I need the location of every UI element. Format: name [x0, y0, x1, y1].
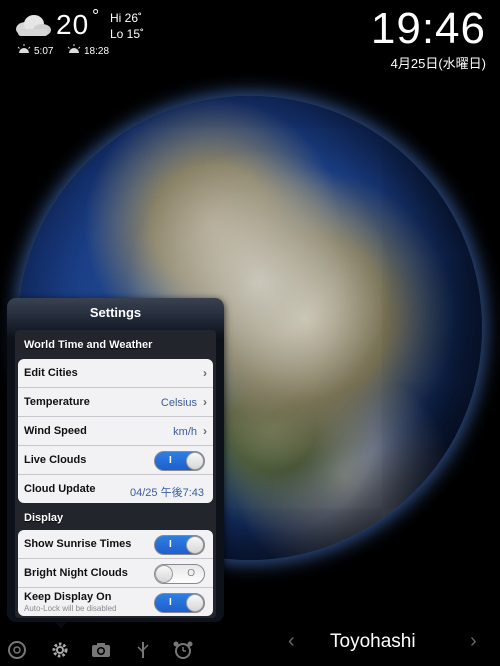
sunset-time: 18:28 [84, 46, 110, 57]
settings-sheet: World Time and Weather Edit Cities › Tem… [15, 330, 216, 618]
next-city-arrow[interactable]: › [470, 630, 477, 653]
cloud-icon [16, 15, 51, 36]
toggle-knob [155, 565, 173, 583]
temperature-value: Celsius [160, 397, 197, 409]
toggle-on-mark: I [169, 455, 172, 466]
toggle-knob [186, 536, 204, 554]
section-header-display: Display [24, 512, 64, 524]
previous-city-arrow[interactable]: ‹ [288, 630, 295, 653]
wind-speed-label: Wind Speed [24, 425, 87, 437]
toggle-on-mark: I [169, 539, 172, 550]
temperature-label: Temperature [24, 396, 90, 408]
settings-title: Settings [89, 305, 142, 320]
settings-popover: Settings World Time and Weather Edit Cit… [7, 298, 224, 622]
section-header-world-time: World Time and Weather [24, 339, 153, 351]
world-time-group: Edit Cities › Temperature Celsius › Wind… [18, 359, 213, 503]
toggle-knob [186, 594, 204, 612]
keep-display-row: Keep Display On Auto-Lock will be disabl… [18, 588, 213, 616]
chevron-right-icon: › [203, 424, 207, 438]
display-group: Show Sunrise Times I Bright Night Clouds… [18, 530, 213, 616]
cloud-update-label: Cloud Update [24, 483, 96, 495]
city-name: Toyohashi [330, 631, 416, 652]
high-temperature: Hi 26˚ [110, 11, 143, 25]
cloud-update-value: 04/25 午後7:43 [130, 487, 204, 499]
sunset-icon [67, 44, 81, 53]
sunrise-time: 5:07 [34, 46, 54, 57]
bright-night-label: Bright Night Clouds [24, 567, 128, 579]
cloud-update-row: Cloud Update 04/25 午後7:43 [18, 475, 213, 503]
clock-time: 19:46 [370, 4, 486, 53]
wind-speed-row[interactable]: Wind Speed km/h › [18, 417, 213, 446]
wind-speed-value: km/h [173, 426, 197, 438]
live-clouds-toggle[interactable]: I [154, 451, 205, 471]
keep-display-subtitle: Auto-Lock will be disabled [24, 604, 117, 613]
show-sunrise-label: Show Sunrise Times [24, 538, 132, 550]
toggle-off-mark: O [187, 568, 195, 579]
camera-icon[interactable] [90, 640, 112, 660]
current-temperature: 20 [56, 9, 90, 40]
low-temperature: Lo 15˚ [110, 27, 145, 41]
toggle-knob [186, 452, 204, 470]
temperature-row[interactable]: Temperature Celsius › [18, 388, 213, 417]
sunrise-icon [17, 44, 31, 53]
chevron-right-icon: › [203, 395, 207, 409]
clock-date: 4月25日(水曜日) [390, 56, 486, 71]
gear-icon[interactable] [49, 640, 71, 660]
keep-display-label: Keep Display On [24, 591, 112, 603]
bright-night-toggle[interactable]: O [154, 564, 205, 584]
edit-cities-row[interactable]: Edit Cities › [18, 359, 213, 388]
bright-night-row: Bright Night Clouds O [18, 559, 213, 588]
edit-cities-label: Edit Cities [24, 367, 78, 379]
show-sunrise-row: Show Sunrise Times I [18, 530, 213, 559]
alarm-clock-icon[interactable] [172, 640, 194, 660]
toggle-on-mark: I [169, 597, 172, 608]
show-sunrise-toggle[interactable]: I [154, 535, 205, 555]
usb-icon[interactable] [132, 640, 154, 660]
live-clouds-label: Live Clouds [24, 454, 87, 466]
keep-display-toggle[interactable]: I [154, 593, 205, 613]
aperture-icon[interactable] [6, 640, 28, 660]
live-clouds-row: Live Clouds I [18, 446, 213, 475]
chevron-right-icon: › [203, 366, 207, 380]
degree-symbol: ° [92, 6, 100, 26]
